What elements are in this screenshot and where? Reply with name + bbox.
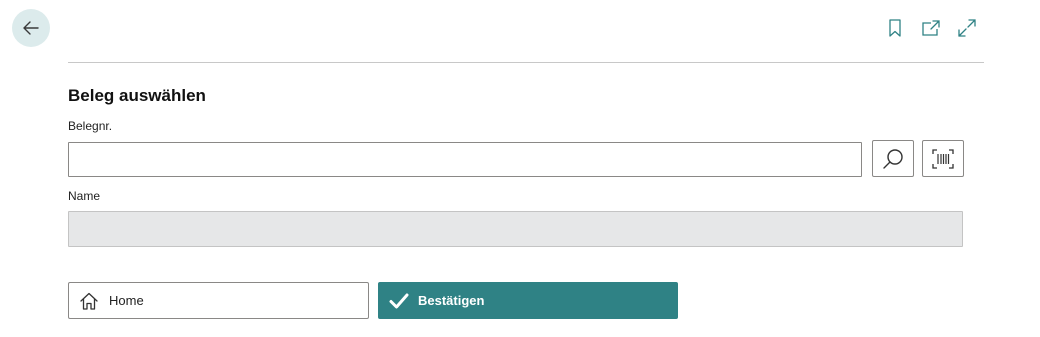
- name-field: [68, 211, 963, 247]
- open-in-new-window-icon: [922, 20, 940, 36]
- checkmark-icon: [388, 290, 410, 312]
- barcode-scan-button[interactable]: [922, 140, 964, 177]
- expand-icon: [958, 19, 976, 37]
- document-no-label: Belegnr.: [68, 119, 113, 133]
- page-title: Beleg auswählen: [68, 86, 206, 105]
- home-button-label: Home: [109, 293, 144, 308]
- page: Beleg auswählen Belegnr. Name Home Bestä…: [0, 0, 1040, 337]
- barcode-scan-icon: [932, 148, 954, 169]
- bookmark-icon: [889, 19, 901, 37]
- name-label: Name: [68, 189, 101, 203]
- header-actions: [884, 17, 978, 39]
- arrow-left-icon: [23, 21, 39, 35]
- confirm-button-label: Bestätigen: [418, 293, 485, 308]
- home-button[interactable]: Home: [68, 282, 369, 319]
- search-button[interactable]: [872, 140, 914, 177]
- confirm-button[interactable]: Bestätigen: [378, 282, 678, 319]
- header-divider: [68, 62, 984, 63]
- home-icon: [79, 291, 99, 311]
- bookmark-button[interactable]: [884, 17, 906, 39]
- open-in-new-window-button[interactable]: [920, 17, 942, 39]
- document-no-input[interactable]: [68, 142, 862, 177]
- expand-button[interactable]: [956, 17, 978, 39]
- back-button[interactable]: [12, 9, 50, 47]
- search-icon: [883, 148, 903, 169]
